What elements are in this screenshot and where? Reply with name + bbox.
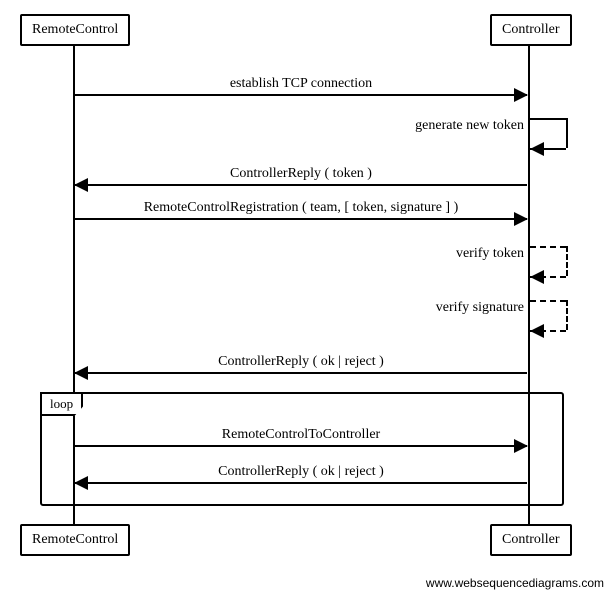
message-label: verify signature <box>436 300 530 316</box>
message-registration: RemoteControlRegistration ( team, [ toke… <box>75 218 527 220</box>
loop-tag: loop <box>40 392 83 416</box>
self-verify-token: verify token <box>530 246 566 276</box>
message-label: RemoteControlToController <box>75 427 527 443</box>
loop-label: loop <box>50 396 73 411</box>
arrowhead-icon <box>514 439 528 453</box>
arrowhead-icon <box>514 212 528 226</box>
message-establish-tcp: establish TCP connection <box>75 94 527 96</box>
participant-controller-top: Controller <box>490 14 572 46</box>
participant-label: RemoteControl <box>32 532 118 547</box>
message-controllerreply-2: ControllerReply ( ok | reject ) <box>75 482 527 484</box>
participant-label: Controller <box>502 532 560 547</box>
message-label: RemoteControlRegistration ( team, [ toke… <box>75 200 527 216</box>
arrowhead-icon <box>74 476 88 490</box>
self-verify-signature: verify signature <box>530 300 566 330</box>
participant-label: Controller <box>502 22 560 37</box>
loop-fragment: loop <box>40 392 564 506</box>
arrowhead-icon <box>514 88 528 102</box>
message-label: verify token <box>456 246 530 262</box>
participant-controller-bottom: Controller <box>490 524 572 556</box>
self-generate-token: generate new token <box>530 118 566 148</box>
message-label: ControllerReply ( token ) <box>75 166 527 182</box>
arrowhead-icon <box>74 178 88 192</box>
participant-remotecontrol-bottom: RemoteControl <box>20 524 130 556</box>
message-label: ControllerReply ( ok | reject ) <box>75 354 527 370</box>
message-label: ControllerReply ( ok | reject ) <box>75 464 527 480</box>
watermark: www.websequencediagrams.com <box>426 576 604 590</box>
arrowhead-icon <box>530 324 544 338</box>
participant-remotecontrol-top: RemoteControl <box>20 14 130 46</box>
arrowhead-icon <box>74 366 88 380</box>
arrowhead-icon <box>530 142 544 156</box>
participant-label: RemoteControl <box>32 22 118 37</box>
arrowhead-icon <box>530 270 544 284</box>
message-label: generate new token <box>415 118 530 134</box>
message-controllerreply-1: ControllerReply ( ok | reject ) <box>75 372 527 374</box>
message-label: establish TCP connection <box>75 76 527 92</box>
message-remotecontrol-to-controller: RemoteControlToController <box>75 445 527 447</box>
sequence-diagram: RemoteControl Controller establish TCP c… <box>0 0 614 594</box>
message-controllerreply-token: ControllerReply ( token ) <box>75 184 527 186</box>
